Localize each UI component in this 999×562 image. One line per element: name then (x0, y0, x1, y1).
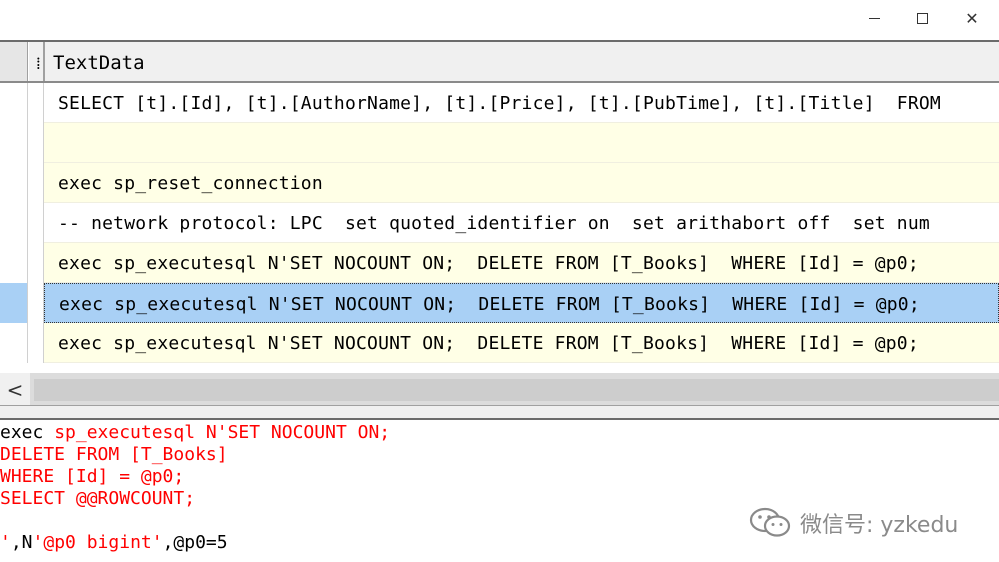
table-row[interactable]: exec sp_executesql N'SET NOCOUNT ON; DEL… (0, 243, 999, 283)
row-textdata: exec sp_executesql N'SET NOCOUNT ON; DEL… (58, 253, 919, 274)
row-selector[interactable] (0, 163, 28, 203)
row-textdata-cell[interactable]: exec sp_executesql N'SET NOCOUNT ON; DEL… (44, 283, 999, 323)
scroll-left-button[interactable]: < (0, 373, 30, 405)
table-row-selected[interactable]: exec sp_executesql N'SET NOCOUNT ON; DEL… (0, 283, 999, 323)
row-textdata-cell[interactable]: SELECT [t].[Id], [t].[AuthorName], [t].[… (44, 83, 999, 123)
minimize-icon (868, 17, 880, 19)
row-selector[interactable] (0, 243, 28, 283)
minimize-button[interactable] (850, 0, 898, 36)
table-row[interactable] (0, 123, 999, 163)
column-header-label: TextData (53, 52, 145, 74)
row-textdata-cell[interactable]: exec sp_reset_connection (44, 163, 999, 203)
row-selector[interactable] (0, 283, 28, 323)
column-header-textdata[interactable]: TextData (44, 42, 999, 81)
row-cell-collapsed (28, 283, 44, 323)
row-cell-collapsed (28, 243, 44, 283)
row-textdata-cell[interactable]: exec sp_executesql N'SET NOCOUNT ON; DEL… (44, 243, 999, 283)
row-selector[interactable] (0, 323, 28, 363)
row-textdata: exec sp_executesql N'SET NOCOUNT ON; DEL… (59, 294, 920, 315)
row-textdata-cell[interactable]: -- network protocol: LPC set quoted_iden… (44, 203, 999, 243)
wechat-icon (749, 507, 791, 537)
title-bar: ✕ (0, 0, 999, 40)
scrollbar-thumb[interactable] (34, 379, 999, 401)
horizontal-scrollbar[interactable]: < (0, 373, 999, 405)
row-cell-collapsed (28, 163, 44, 203)
row-selector[interactable] (0, 123, 28, 163)
profiler-window: ✕ ⁞ TextData SELECT [t].[Id], [t].[Autho… (0, 0, 999, 562)
maximize-button[interactable] (898, 0, 946, 36)
grid-header: ⁞ TextData (0, 42, 999, 83)
table-row[interactable]: exec sp_executesql N'SET NOCOUNT ON; DEL… (0, 323, 999, 363)
table-row[interactable]: SELECT [t].[Id], [t].[AuthorName], [t].[… (0, 83, 999, 123)
close-icon: ✕ (965, 8, 979, 28)
row-textdata: exec sp_executesql N'SET NOCOUNT ON; DEL… (58, 333, 919, 354)
detail-param-def: '@p0 bigint' (32, 532, 163, 553)
detail-sp-executesql: sp_executesql N'SET NOCOUNT ON; (54, 422, 391, 443)
row-cell-collapsed (28, 323, 44, 363)
detail-exec-keyword: exec (0, 422, 55, 443)
row-textdata: exec sp_reset_connection (58, 173, 323, 194)
table-row[interactable]: -- network protocol: LPC set quoted_iden… (0, 203, 999, 243)
row-selector-header[interactable] (0, 42, 28, 81)
row-selector[interactable] (0, 83, 28, 123)
close-button[interactable]: ✕ (948, 0, 996, 36)
detail-line-2: DELETE FROM [T_Books] (0, 444, 228, 465)
column-divider-mark: ⁞ (36, 54, 41, 74)
maximize-icon (916, 12, 928, 24)
row-cell-collapsed (28, 83, 44, 123)
column-header-collapsed[interactable]: ⁞ (28, 42, 44, 81)
row-textdata-cell[interactable] (44, 123, 999, 163)
trace-grid[interactable]: ⁞ TextData SELECT [t].[Id], [t].[AuthorN… (0, 40, 999, 405)
detail-line-5: ',N'@p0 bigint',@p0=5 (0, 532, 228, 554)
row-textdata: SELECT [t].[Id], [t].[AuthorName], [t].[… (58, 93, 941, 114)
detail-line-1: exec sp_executesql N'SET NOCOUNT ON; (0, 422, 390, 444)
pane-splitter[interactable] (0, 405, 999, 420)
row-cell-collapsed (28, 203, 44, 243)
watermark: 微信号: yzkedu (748, 505, 958, 541)
chevron-left-icon: < (6, 377, 24, 402)
watermark-text: 微信号: yzkedu (800, 513, 959, 538)
detail-quote: ' (0, 532, 11, 553)
detail-line-3: WHERE [Id] = @p0; (0, 466, 185, 487)
row-textdata: -- network protocol: LPC set quoted_iden… (58, 213, 930, 234)
table-row[interactable]: exec sp_reset_connection (0, 163, 999, 203)
detail-line-4: SELECT @@ROWCOUNT; (0, 488, 196, 509)
row-textdata-cell[interactable]: exec sp_executesql N'SET NOCOUNT ON; DEL… (44, 323, 999, 363)
row-cell-collapsed (28, 123, 44, 163)
detail-comma-n: ,N (10, 532, 33, 553)
detail-param-value: ,@p0=5 (162, 532, 228, 553)
row-selector[interactable] (0, 203, 28, 243)
